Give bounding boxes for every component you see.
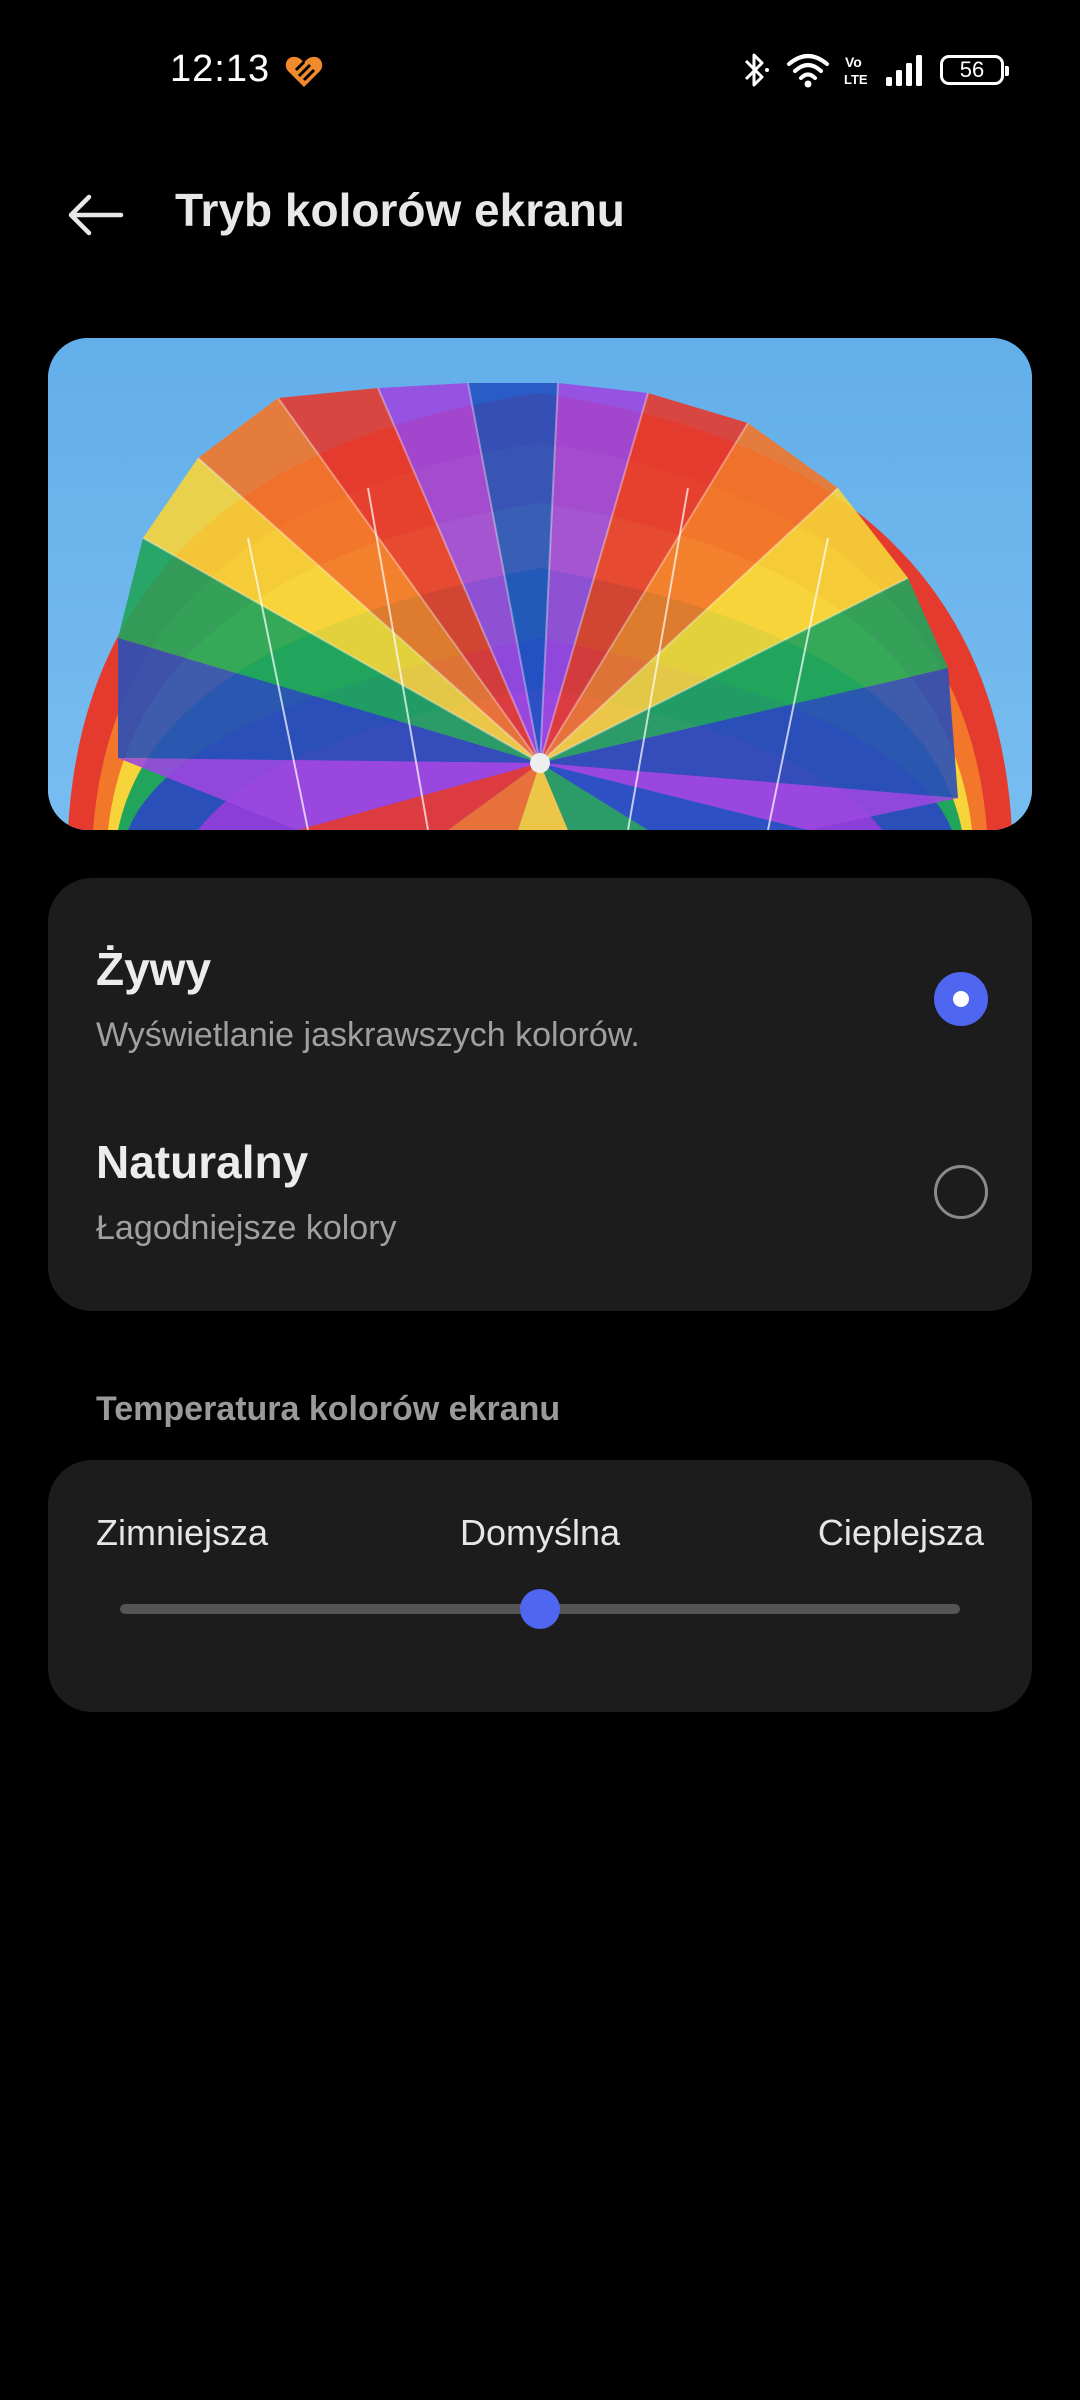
radio-natural[interactable] — [934, 1165, 988, 1219]
arrow-left-icon — [68, 194, 124, 236]
preview-image — [48, 338, 1032, 830]
page-title: Tryb kolorów ekranu — [175, 184, 625, 236]
screen: 12:13 Vo LTE 56 Tryb kolorów ekranu Żywy… — [0, 0, 1080, 2400]
mode-option-natural[interactable]: Naturalny Łagodniejsze kolory — [48, 1071, 1032, 1261]
bluetooth-icon — [744, 53, 769, 87]
battery-level: 56 — [959, 57, 985, 82]
app-header: Tryb kolorów ekranu — [0, 150, 1080, 280]
status-time: 12:13 — [170, 48, 271, 90]
battery-icon: 56 — [940, 55, 1009, 85]
signal-icon — [886, 55, 922, 86]
temperature-slider[interactable] — [120, 1589, 960, 1629]
back-button[interactable] — [50, 180, 140, 250]
mode-title: Naturalny — [96, 1136, 309, 1188]
mode-option-vivid[interactable]: Żywy Wyświetlanie jaskrawszych kolorów. — [48, 878, 1032, 1068]
temperature-card: Zimniejsza Domyślna Cieplejsza — [48, 1460, 1032, 1712]
status-icons: Vo LTE 56 — [740, 50, 1009, 90]
section-label-temperature: Temperatura kolorów ekranu — [96, 1390, 561, 1428]
mode-description: Wyświetlanie jaskrawszych kolorów. — [96, 1016, 640, 1054]
volte-icon: Vo LTE — [844, 54, 868, 87]
color-mode-card: Żywy Wyświetlanie jaskrawszych kolorów. … — [48, 878, 1032, 1311]
app-heart-icon — [285, 56, 323, 87]
mode-title: Żywy — [96, 943, 212, 995]
radio-vivid[interactable] — [934, 972, 988, 1026]
volte-top-text: Vo — [845, 54, 862, 70]
mode-description: Łagodniejsze kolory — [96, 1209, 397, 1247]
status-bar: 12:13 Vo LTE 56 — [0, 0, 1080, 140]
wifi-icon — [787, 54, 829, 88]
slider-thumb[interactable] — [520, 1589, 560, 1629]
temp-label-warmer: Cieplejsza — [817, 1512, 984, 1553]
volte-bottom-text: LTE — [844, 72, 868, 87]
